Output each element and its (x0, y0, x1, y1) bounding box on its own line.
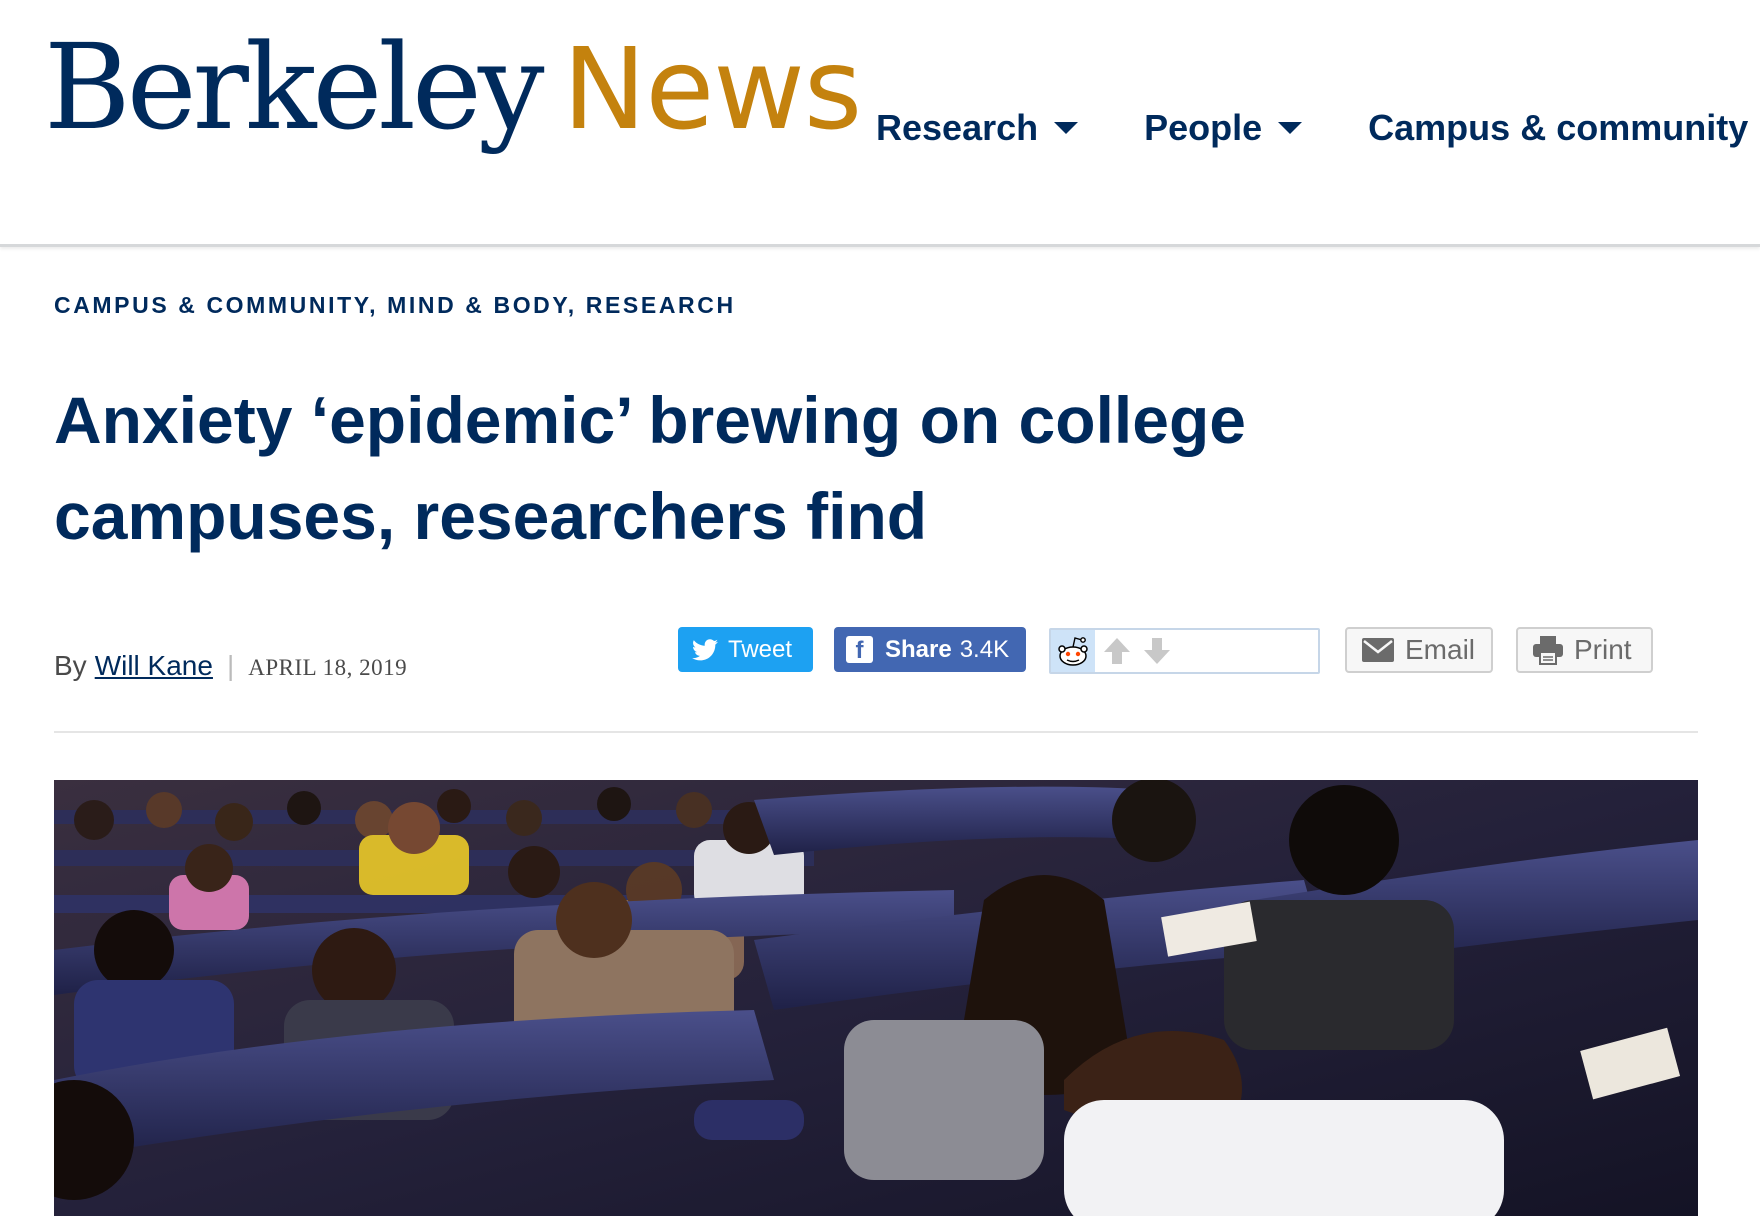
share-label: Share (885, 635, 952, 663)
byline-prefix: By (54, 650, 87, 681)
nav-item-label: Research (876, 107, 1039, 148)
chevron-down-icon (1054, 122, 1079, 134)
tweet-button[interactable]: Tweet (678, 627, 813, 672)
lecture-hall-photo (54, 780, 1698, 1216)
category-separator: , (369, 292, 388, 318)
downvote-arrow-icon[interactable] (1139, 633, 1175, 669)
upvote-arrow-icon[interactable] (1099, 633, 1135, 669)
divider (54, 731, 1698, 733)
facebook-share-button[interactable]: f Share 3.4K (834, 627, 1026, 672)
nav-item-campus-community[interactable]: Campus & community (1368, 107, 1748, 149)
reddit-icon[interactable] (1051, 630, 1095, 672)
hero-image (54, 780, 1698, 1216)
nav-item-label: People (1144, 107, 1263, 148)
category-list: CAMPUS & COMMUNITY, MIND & BODY, RESEARC… (54, 292, 736, 319)
category-link-campus-community[interactable]: CAMPUS & COMMUNITY (54, 292, 369, 318)
email-label: Email (1405, 634, 1476, 665)
share-count: 3.4K (959, 635, 1010, 663)
category-separator: , (567, 292, 586, 318)
author-link[interactable]: Will Kane (95, 650, 213, 682)
nav-item-people[interactable]: People (1144, 107, 1303, 149)
site-logo[interactable]: Berkeley News (44, 28, 862, 146)
byline: By Will Kane | APRIL 18, 2019 (54, 650, 407, 682)
nav-item-research[interactable]: Research (876, 107, 1079, 149)
twitter-bird-icon (692, 638, 718, 660)
logo-news-text: News (562, 25, 863, 155)
reddit-vote-widget (1049, 628, 1320, 674)
print-button[interactable]: Print (1516, 627, 1653, 673)
article-headline: Anxiety ‘epidemic’ brewing on college ca… (54, 383, 1246, 553)
site-header: Berkeley News Research People Campus & co… (0, 0, 1760, 247)
tweet-label: Tweet (728, 635, 793, 663)
facebook-icon: f (846, 636, 873, 664)
print-label: Print (1574, 634, 1632, 665)
nav-item-label: Campus & community (1368, 107, 1749, 148)
envelope-icon (1362, 638, 1394, 662)
logo-berkeley-text: Berkeley (44, 18, 545, 156)
byline-separator: | (226, 650, 235, 681)
reddit-alien-icon (1058, 637, 1088, 666)
email-button[interactable]: Email (1345, 627, 1493, 673)
printer-icon (1533, 636, 1563, 665)
category-link-research[interactable]: RESEARCH (586, 292, 736, 318)
publish-date: APRIL 18, 2019 (248, 655, 408, 680)
category-link-mind-body[interactable]: MIND & BODY (387, 292, 568, 318)
main-nav: Research People Campus & community (876, 104, 1748, 152)
chevron-down-icon (1278, 122, 1303, 134)
